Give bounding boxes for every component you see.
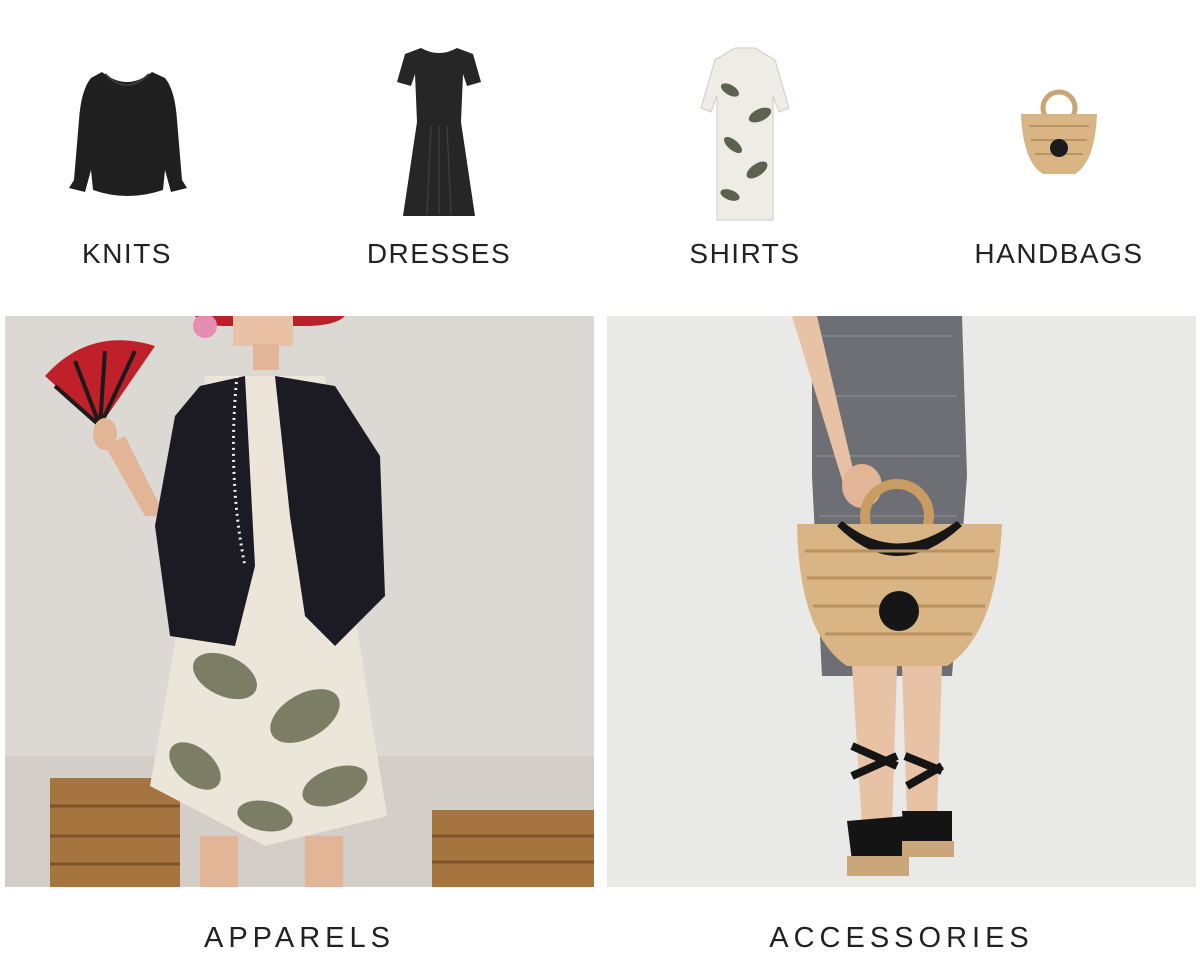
accessories-banner[interactable] <box>607 316 1196 887</box>
dress-icon <box>309 30 569 230</box>
category-shirts[interactable]: SHIRTS <box>615 30 875 290</box>
category-knits[interactable]: KNITS <box>0 30 257 290</box>
knit-top-icon <box>0 30 257 230</box>
category-label: DRESSES <box>366 238 512 269</box>
apparels-photo <box>5 316 594 887</box>
straw-handbag-icon <box>929 30 1189 230</box>
category-dresses[interactable]: DRESSES <box>309 30 569 290</box>
category-label: KNITS <box>82 238 172 269</box>
accessories-photo <box>607 316 1196 887</box>
apparels-banner[interactable] <box>5 316 594 887</box>
category-handbags[interactable]: HANDBAGS <box>929 30 1189 290</box>
accessories-label[interactable]: ACCESSORIES <box>607 922 1196 955</box>
category-row: KNITS DRESSES SHIRTS HANDBAGS <box>0 0 1200 300</box>
apparels-label[interactable]: APPARELS <box>5 922 594 955</box>
shirt-dress-icon <box>615 30 875 230</box>
category-label: HANDBAGS <box>974 238 1144 269</box>
category-label: SHIRTS <box>689 238 801 269</box>
